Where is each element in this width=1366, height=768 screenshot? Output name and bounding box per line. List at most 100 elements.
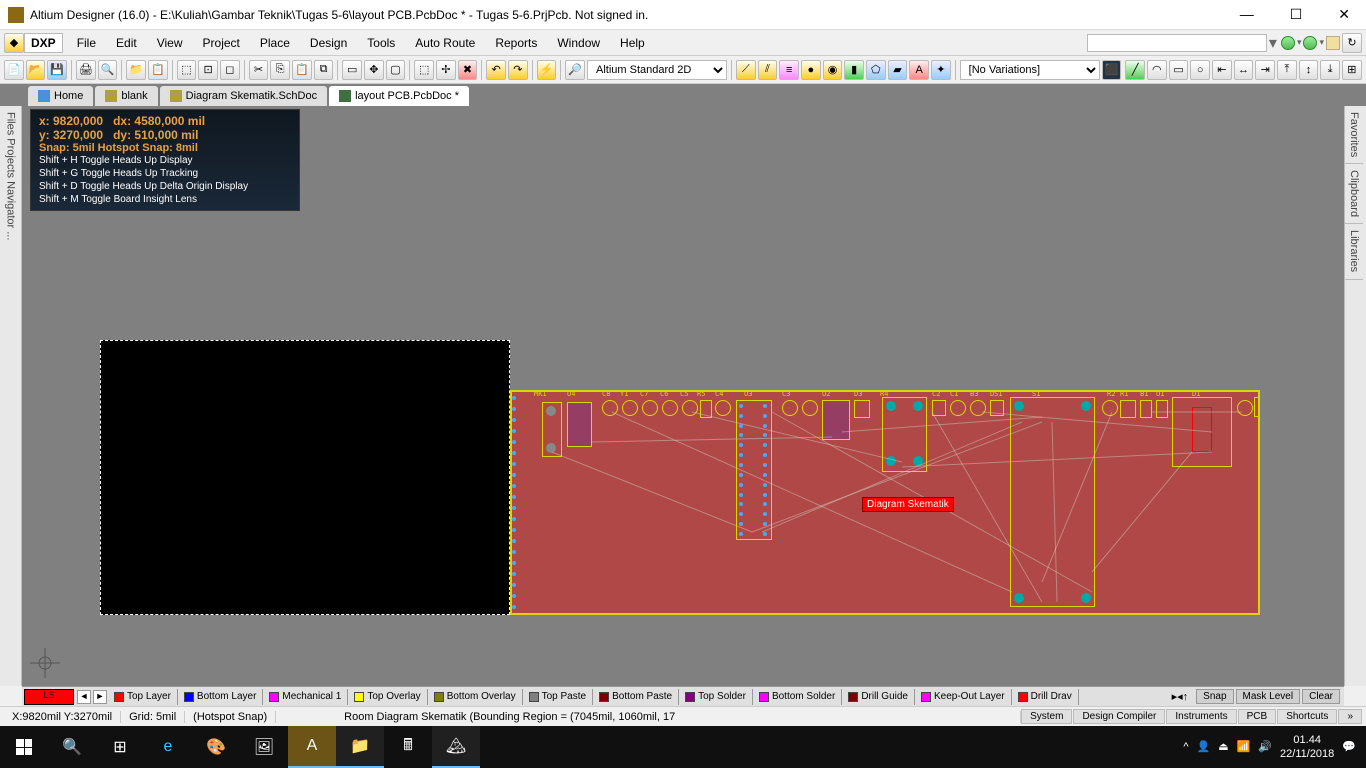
tray-wifi-icon[interactable]: 📶 bbox=[1237, 740, 1251, 754]
menu-reports[interactable]: Reports bbox=[485, 34, 547, 52]
align-right-icon[interactable]: ⇥ bbox=[1255, 60, 1275, 80]
component-u3[interactable] bbox=[736, 400, 772, 540]
layer-tab[interactable]: Bottom Layer bbox=[178, 689, 263, 705]
align-top-icon[interactable]: ⤒ bbox=[1277, 60, 1297, 80]
paste-icon[interactable]: 📋 bbox=[292, 60, 312, 80]
layer-tab[interactable]: Drill Drav bbox=[1012, 689, 1079, 705]
menu-view[interactable]: View bbox=[147, 34, 193, 52]
component[interactable] bbox=[602, 400, 618, 416]
place-circle-icon[interactable]: ○ bbox=[1190, 60, 1210, 80]
menu-place[interactable]: Place bbox=[250, 34, 300, 52]
clear-button[interactable]: Clear bbox=[1302, 689, 1340, 704]
component-u2[interactable] bbox=[822, 400, 850, 440]
route-diff-icon[interactable]: ⫽ bbox=[758, 60, 778, 80]
fill-icon[interactable]: ▮ bbox=[844, 60, 864, 80]
menu-design[interactable]: Design bbox=[300, 34, 357, 52]
panel-instruments[interactable]: Instruments bbox=[1166, 709, 1236, 724]
photos-icon[interactable]: 🏔 bbox=[432, 726, 480, 768]
place-rect-icon[interactable]: ▭ bbox=[1169, 60, 1189, 80]
left-panel-tabs[interactable]: Files Projects Navigator ... bbox=[0, 106, 22, 686]
cross-probe-icon[interactable]: ⚡ bbox=[537, 60, 557, 80]
layer-tab[interactable]: Top Paste bbox=[523, 689, 593, 705]
menu-autoroute[interactable]: Auto Route bbox=[405, 34, 485, 52]
picture-viewer-icon[interactable]: 🖼 bbox=[240, 726, 288, 768]
variation-chip-icon[interactable]: ⬛ bbox=[1102, 60, 1122, 80]
layer-tab[interactable]: Keep-Out Layer bbox=[915, 689, 1012, 705]
maximize-button[interactable]: ☐ bbox=[1282, 6, 1311, 23]
component[interactable] bbox=[567, 402, 592, 447]
component[interactable] bbox=[715, 400, 731, 416]
tray-chevron-icon[interactable]: ^ bbox=[1183, 740, 1188, 754]
tray-eject-icon[interactable]: ⏏ bbox=[1218, 740, 1228, 754]
tray-volume-icon[interactable]: 🔊 bbox=[1258, 740, 1272, 754]
component[interactable] bbox=[990, 400, 1004, 416]
paint-icon[interactable]: 🎨 bbox=[192, 726, 240, 768]
mask-level-button[interactable]: Mask Level bbox=[1236, 689, 1301, 704]
layer-tab[interactable]: Top Layer bbox=[108, 689, 178, 705]
align-left-icon[interactable]: ⇤ bbox=[1212, 60, 1232, 80]
cut-icon[interactable]: ✂ bbox=[249, 60, 269, 80]
component[interactable] bbox=[542, 402, 562, 457]
component[interactable] bbox=[1120, 400, 1136, 418]
component[interactable] bbox=[782, 400, 798, 416]
grid-icon[interactable]: ⊞ bbox=[1342, 60, 1362, 80]
close-button[interactable]: ✕ bbox=[1330, 6, 1358, 23]
panel-clipboard[interactable]: Clipboard bbox=[1345, 164, 1363, 224]
component[interactable] bbox=[970, 400, 986, 416]
poly-icon[interactable]: ⬠ bbox=[866, 60, 886, 80]
component-u1[interactable] bbox=[1010, 397, 1095, 607]
align-v-icon[interactable]: ↕ bbox=[1299, 60, 1319, 80]
pcb-canvas[interactable]: x: 9820,000 dx: 4580,000 mil y: 3270,000… bbox=[22, 106, 1344, 686]
layer-tab[interactable]: Bottom Solder bbox=[753, 689, 842, 705]
layer-tab[interactable]: Bottom Overlay bbox=[428, 689, 523, 705]
string-icon[interactable]: A bbox=[909, 60, 929, 80]
component[interactable] bbox=[1102, 400, 1118, 416]
panel-shortcuts[interactable]: Shortcuts bbox=[1277, 709, 1337, 724]
print-icon[interactable]: 🖨 bbox=[76, 60, 96, 80]
redo-icon[interactable]: ↷ bbox=[508, 60, 528, 80]
layer-tab[interactable]: Top Overlay bbox=[348, 689, 427, 705]
align-h-icon[interactable]: ↔ bbox=[1234, 60, 1254, 80]
viewmode-combo[interactable]: Altium Standard 2D bbox=[587, 60, 727, 80]
nav-refresh-button[interactable]: ↻ bbox=[1342, 33, 1362, 53]
component-led[interactable] bbox=[1192, 407, 1212, 452]
tab-blank[interactable]: blank bbox=[95, 86, 157, 106]
cortana-search-icon[interactable]: 🔍 bbox=[48, 726, 96, 768]
dxp-menu[interactable]: DXP bbox=[24, 33, 63, 53]
menu-tools[interactable]: Tools bbox=[357, 34, 405, 52]
component[interactable] bbox=[1237, 400, 1253, 416]
nav-fwd-button[interactable] bbox=[1303, 36, 1317, 50]
snap-button[interactable]: Snap bbox=[1196, 689, 1233, 704]
layer-tab[interactable]: Mechanical 1 bbox=[263, 689, 348, 705]
component[interactable] bbox=[622, 400, 638, 416]
layer-tab[interactable]: Top Solder bbox=[679, 689, 753, 705]
room-diagram-skematik[interactable]: MK1U4C8Y1C7C6C5R5C4U3C3U2D3R4C2C1B3DS1S1… bbox=[510, 390, 1260, 615]
panel-pcb[interactable]: PCB bbox=[1238, 709, 1277, 724]
component[interactable] bbox=[700, 400, 712, 418]
calculator-icon[interactable]: 🖩 bbox=[384, 726, 432, 768]
minimize-button[interactable]: — bbox=[1232, 6, 1262, 23]
component[interactable] bbox=[1156, 400, 1168, 418]
dxp-icon[interactable]: ◆ bbox=[4, 33, 24, 53]
variations-combo[interactable]: [No Variations] bbox=[960, 60, 1100, 80]
panel-libraries[interactable]: Libraries bbox=[1345, 224, 1363, 279]
route-multi-icon[interactable]: ≡ bbox=[779, 60, 799, 80]
tab-schematic[interactable]: Diagram Skematik.SchDoc bbox=[160, 86, 327, 106]
browse-icon[interactable]: 🔎 bbox=[565, 60, 585, 80]
component-icon[interactable]: ✦ bbox=[931, 60, 951, 80]
menu-file[interactable]: File bbox=[67, 34, 106, 52]
search-input[interactable] bbox=[1087, 34, 1267, 52]
clear-filter-icon[interactable]: ✖ bbox=[458, 60, 478, 80]
tab-pcb[interactable]: layout PCB.PcbDoc * bbox=[329, 86, 469, 106]
region-icon[interactable]: ▰ bbox=[888, 60, 908, 80]
save-icon[interactable]: 💾 bbox=[47, 60, 67, 80]
deselect-icon[interactable]: ▢ bbox=[386, 60, 406, 80]
place-line-icon[interactable]: ╱ bbox=[1125, 60, 1145, 80]
menu-project[interactable]: Project bbox=[193, 34, 250, 52]
zoom-selected-icon[interactable]: ◻ bbox=[220, 60, 240, 80]
nav-back-button[interactable] bbox=[1281, 36, 1295, 50]
panel-favorites[interactable]: Favorites bbox=[1345, 106, 1363, 164]
component[interactable] bbox=[950, 400, 966, 416]
component[interactable] bbox=[1140, 400, 1152, 418]
explorer-icon[interactable]: 📁 bbox=[336, 726, 384, 768]
